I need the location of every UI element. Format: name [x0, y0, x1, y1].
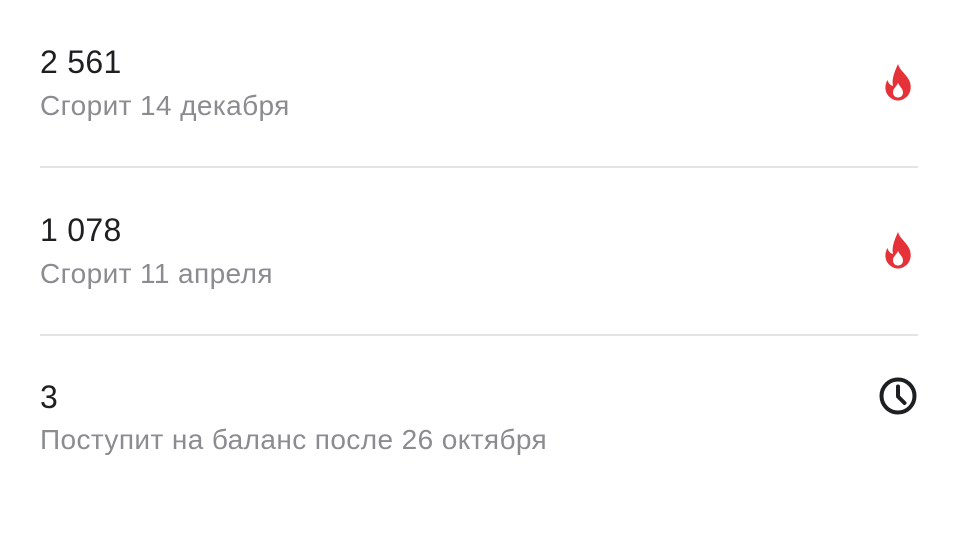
points-amount: 1 078 [40, 212, 122, 248]
points-amount: 2 561 [40, 44, 122, 80]
clock-icon [878, 376, 918, 416]
expiration-caption: Сгорит 14 декабря [40, 90, 290, 121]
points-expiration-list: 2 561 Сгорит 14 декабря 1 078 Сгорит 11 … [0, 0, 957, 545]
list-item: 1 078 Сгорит 11 апреля [40, 168, 918, 335]
expiration-caption: Сгорит 11 апреля [40, 258, 273, 289]
pending-caption: Поступит на баланс после 26 октября [40, 424, 548, 455]
points-amount: 3 [40, 379, 59, 415]
fire-icon [878, 230, 918, 270]
fire-icon [878, 62, 918, 102]
list-item: 3 Поступит на баланс после 26 октября [40, 336, 918, 496]
list-item: 2 561 Сгорит 14 декабря [40, 0, 918, 167]
